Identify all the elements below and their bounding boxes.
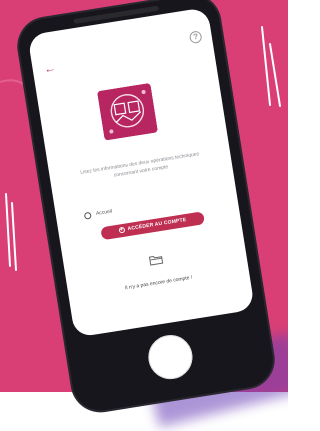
access-account-label: ACCÉDER AU COMPTE [127, 216, 187, 233]
app-logo [96, 82, 159, 141]
help-icon[interactable]: ? [188, 30, 203, 45]
user-icon [83, 211, 92, 220]
back-arrow-icon[interactable]: ← [43, 61, 57, 77]
plus-circle-icon: + [118, 226, 126, 234]
app-logo-graphic [96, 82, 159, 141]
phone-screen: ← ? Lisez les informations des deux opér… [27, 7, 255, 338]
scene: ← ? Lisez les informations des deux opér… [0, 0, 288, 431]
no-account-text[interactable]: Il n'y a pas encore de compte ! [88, 269, 229, 297]
access-account-button[interactable]: + ACCÉDER AU COMPTE [100, 211, 206, 241]
account-row[interactable]: Accueil [83, 206, 112, 220]
home-button[interactable] [145, 331, 196, 383]
account-label: Accueil [95, 208, 113, 217]
folder-icon [148, 255, 164, 266]
intro-text: Lisez les informations des deux opératio… [79, 151, 200, 179]
